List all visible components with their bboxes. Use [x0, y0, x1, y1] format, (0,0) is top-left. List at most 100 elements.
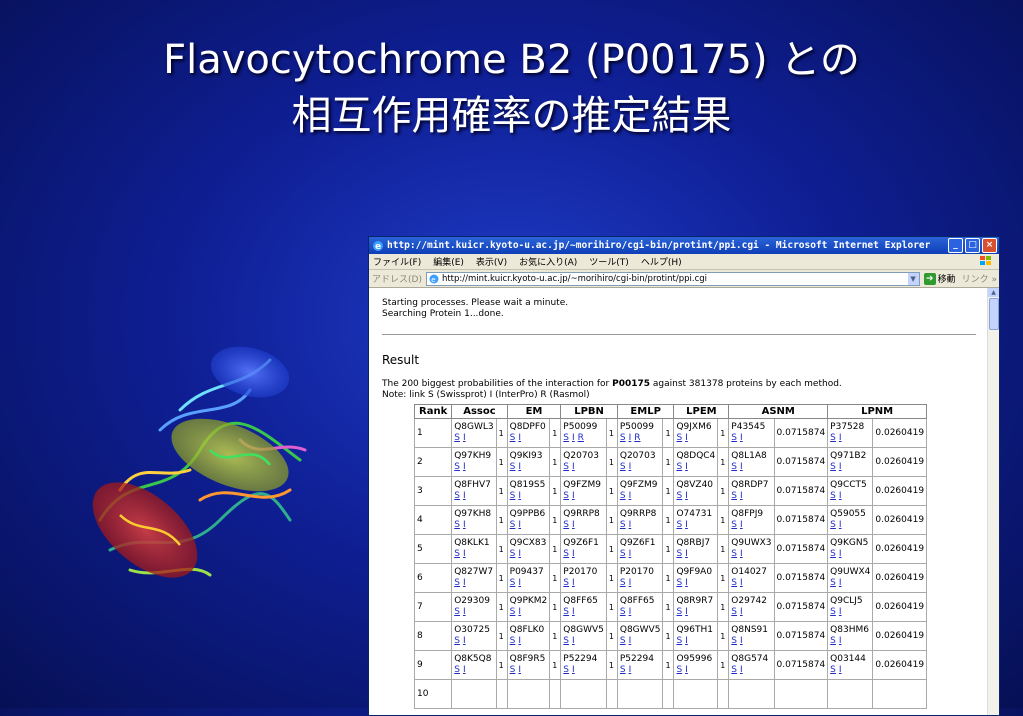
interpro-link[interactable]: I: [629, 607, 632, 617]
interpro-link[interactable]: I: [839, 549, 842, 559]
menu-edit[interactable]: 編集(E): [433, 255, 464, 268]
interpro-link[interactable]: I: [839, 578, 842, 588]
interpro-link[interactable]: I: [629, 578, 632, 588]
interpro-link[interactable]: I: [839, 665, 842, 675]
swissprot-link[interactable]: S: [676, 433, 682, 443]
swissprot-link[interactable]: S: [830, 665, 836, 675]
swissprot-link[interactable]: S: [830, 578, 836, 588]
interpro-link[interactable]: I: [839, 433, 842, 443]
swissprot-link[interactable]: S: [454, 462, 460, 472]
menu-view[interactable]: 表示(V): [476, 255, 507, 268]
interpro-link[interactable]: I: [463, 462, 466, 472]
interpro-link[interactable]: I: [572, 433, 575, 443]
interpro-link[interactable]: I: [740, 636, 743, 646]
interpro-link[interactable]: I: [518, 433, 521, 443]
rasmol-link[interactable]: R: [634, 433, 640, 443]
interpro-link[interactable]: I: [740, 491, 743, 501]
interpro-link[interactable]: I: [629, 636, 632, 646]
interpro-link[interactable]: I: [463, 607, 466, 617]
swissprot-link[interactable]: S: [830, 636, 836, 646]
interpro-link[interactable]: I: [518, 520, 521, 530]
interpro-link[interactable]: I: [740, 520, 743, 530]
swissprot-link[interactable]: S: [731, 665, 737, 675]
menu-tools[interactable]: ツール(T): [589, 255, 629, 268]
swissprot-link[interactable]: S: [620, 665, 626, 675]
interpro-link[interactable]: I: [518, 578, 521, 588]
swissprot-link[interactable]: S: [620, 491, 626, 501]
swissprot-link[interactable]: S: [731, 520, 737, 530]
swissprot-link[interactable]: S: [731, 607, 737, 617]
swissprot-link[interactable]: S: [510, 433, 516, 443]
interpro-link[interactable]: I: [518, 462, 521, 472]
swissprot-link[interactable]: S: [620, 520, 626, 530]
swissprot-link[interactable]: S: [454, 433, 460, 443]
interpro-link[interactable]: I: [740, 462, 743, 472]
swissprot-link[interactable]: S: [454, 520, 460, 530]
swissprot-link[interactable]: S: [620, 549, 626, 559]
swissprot-link[interactable]: S: [676, 636, 682, 646]
interpro-link[interactable]: I: [740, 607, 743, 617]
address-input[interactable]: e http://mint.kuicr.kyoto-u.ac.jp/~morih…: [425, 271, 920, 286]
swissprot-link[interactable]: S: [731, 462, 737, 472]
interpro-link[interactable]: I: [629, 433, 632, 443]
interpro-link[interactable]: I: [685, 578, 688, 588]
interpro-link[interactable]: I: [839, 607, 842, 617]
swissprot-link[interactable]: S: [563, 636, 569, 646]
swissprot-link[interactable]: S: [510, 578, 516, 588]
interpro-link[interactable]: I: [463, 433, 466, 443]
swissprot-link[interactable]: S: [563, 549, 569, 559]
swissprot-link[interactable]: S: [563, 433, 569, 443]
interpro-link[interactable]: I: [518, 491, 521, 501]
rasmol-link[interactable]: R: [578, 433, 584, 443]
interpro-link[interactable]: I: [629, 665, 632, 675]
swissprot-link[interactable]: S: [620, 607, 626, 617]
interpro-link[interactable]: I: [839, 462, 842, 472]
interpro-link[interactable]: I: [740, 578, 743, 588]
swissprot-link[interactable]: S: [563, 520, 569, 530]
swissprot-link[interactable]: S: [563, 462, 569, 472]
close-button[interactable]: ×: [982, 238, 997, 253]
interpro-link[interactable]: I: [518, 636, 521, 646]
swissprot-link[interactable]: S: [830, 607, 836, 617]
interpro-link[interactable]: I: [463, 549, 466, 559]
swissprot-link[interactable]: S: [620, 636, 626, 646]
swissprot-link[interactable]: S: [676, 578, 682, 588]
swissprot-link[interactable]: S: [563, 607, 569, 617]
interpro-link[interactable]: I: [572, 520, 575, 530]
swissprot-link[interactable]: S: [454, 549, 460, 559]
swissprot-link[interactable]: S: [676, 665, 682, 675]
swissprot-link[interactable]: S: [510, 665, 516, 675]
interpro-link[interactable]: I: [572, 491, 575, 501]
interpro-link[interactable]: I: [463, 520, 466, 530]
swissprot-link[interactable]: S: [510, 549, 516, 559]
interpro-link[interactable]: I: [463, 491, 466, 501]
interpro-link[interactable]: I: [839, 491, 842, 501]
address-dropdown-icon[interactable]: ▼: [907, 272, 919, 285]
interpro-link[interactable]: I: [685, 491, 688, 501]
interpro-link[interactable]: I: [572, 549, 575, 559]
swissprot-link[interactable]: S: [830, 491, 836, 501]
interpro-link[interactable]: I: [463, 578, 466, 588]
swissprot-link[interactable]: S: [510, 636, 516, 646]
go-button[interactable]: ➔ 移動: [923, 272, 956, 285]
swissprot-link[interactable]: S: [830, 520, 836, 530]
swissprot-link[interactable]: S: [454, 578, 460, 588]
interpro-link[interactable]: I: [839, 520, 842, 530]
swissprot-link[interactable]: S: [454, 491, 460, 501]
menu-favorites[interactable]: お気に入り(A): [519, 255, 577, 268]
interpro-link[interactable]: I: [572, 578, 575, 588]
menu-help[interactable]: ヘルプ(H): [641, 255, 682, 268]
swissprot-link[interactable]: S: [731, 433, 737, 443]
swissprot-link[interactable]: S: [676, 607, 682, 617]
interpro-link[interactable]: I: [572, 665, 575, 675]
interpro-link[interactable]: I: [629, 520, 632, 530]
swissprot-link[interactable]: S: [830, 549, 836, 559]
interpro-link[interactable]: I: [685, 549, 688, 559]
swissprot-link[interactable]: S: [620, 433, 626, 443]
interpro-link[interactable]: I: [685, 520, 688, 530]
swissprot-link[interactable]: S: [563, 491, 569, 501]
interpro-link[interactable]: I: [463, 636, 466, 646]
swissprot-link[interactable]: S: [563, 578, 569, 588]
interpro-link[interactable]: I: [518, 665, 521, 675]
swissprot-link[interactable]: S: [454, 665, 460, 675]
